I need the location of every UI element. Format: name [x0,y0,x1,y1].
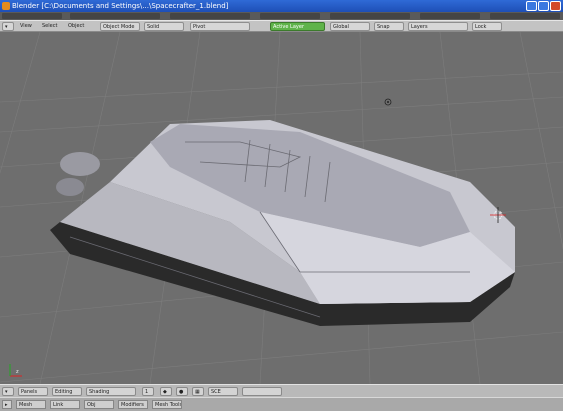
panel-tab[interactable]: Modifiers [118,400,148,409]
window-title-bar: Blender [C:\Documents and Settings\...\S… [0,0,563,12]
layers-buttons[interactable]: Layers [408,22,468,31]
maximize-button[interactable] [538,1,549,11]
pivot-select[interactable]: Pivot [190,22,250,31]
window-type-icon[interactable]: ▾ [2,22,14,31]
panel-tab[interactable]: Mesh [16,400,46,409]
frame-field[interactable]: 1 [142,387,154,396]
scene-field[interactable]: SCE [208,387,238,396]
lock-button[interactable]: Lock [472,22,502,31]
info-menu-segment[interactable] [260,13,320,19]
panel-tab[interactable]: Link [50,400,80,409]
window-type-icon[interactable]: ▾ [2,387,14,396]
panel-tab[interactable]: Mesh Tools [152,400,182,409]
object-context-icon[interactable]: ◆ [160,387,172,396]
3d-view-header: ▾ View Select Object Object Mode Solid P… [0,20,563,32]
buttons-window-header: ▾ Panels Editing Shading 1 ◆ ● ▦ SCE [0,384,563,397]
lamp-icon[interactable] [384,98,392,106]
info-menu-segment[interactable] [490,13,560,19]
panels-menu[interactable]: Panels [18,387,48,396]
window-controls [526,1,561,11]
material-context-icon[interactable]: ● [176,387,188,396]
view-menu[interactable]: View [18,22,34,31]
texture-context-icon[interactable]: ▦ [192,387,204,396]
info-header [0,12,563,20]
minimize-button[interactable] [526,1,537,11]
info-menu-segment[interactable] [420,13,480,19]
frame-slider[interactable] [242,387,282,396]
axis-label: z [16,369,19,375]
window-title: Blender [C:\Documents and Settings\...\S… [12,2,229,10]
info-menu-segment[interactable] [330,13,410,19]
editing-button[interactable]: Editing [52,387,82,396]
buttons-panel-strip: ▸ Mesh Link Obj Modifiers Mesh Tools [0,397,563,411]
object-menu[interactable]: Object [66,22,86,31]
mode-select[interactable]: Object Mode [100,22,140,31]
info-menu-segment[interactable] [2,13,62,19]
engine-pod-lower[interactable] [56,178,84,196]
active-layer-button[interactable]: Active Layer [270,22,325,31]
3d-viewport[interactable]: z [0,32,563,384]
close-button[interactable] [550,1,561,11]
snap-button[interactable]: Snap [374,22,404,31]
menu-icon[interactable]: ▸ [2,400,12,409]
draw-type-select[interactable]: Solid [144,22,184,31]
engine-pod-upper[interactable] [60,152,100,176]
info-menu-segment[interactable] [170,13,250,19]
panel-tab[interactable]: Obj [84,400,114,409]
select-menu[interactable]: Select [40,22,59,31]
blender-app-icon [2,2,10,10]
spaceship-mesh[interactable] [50,120,515,326]
shading-button[interactable]: Shading [86,387,136,396]
info-menu-segment[interactable] [70,13,160,19]
viewport-canvas[interactable] [0,32,563,384]
orientation-select[interactable]: Global [330,22,370,31]
